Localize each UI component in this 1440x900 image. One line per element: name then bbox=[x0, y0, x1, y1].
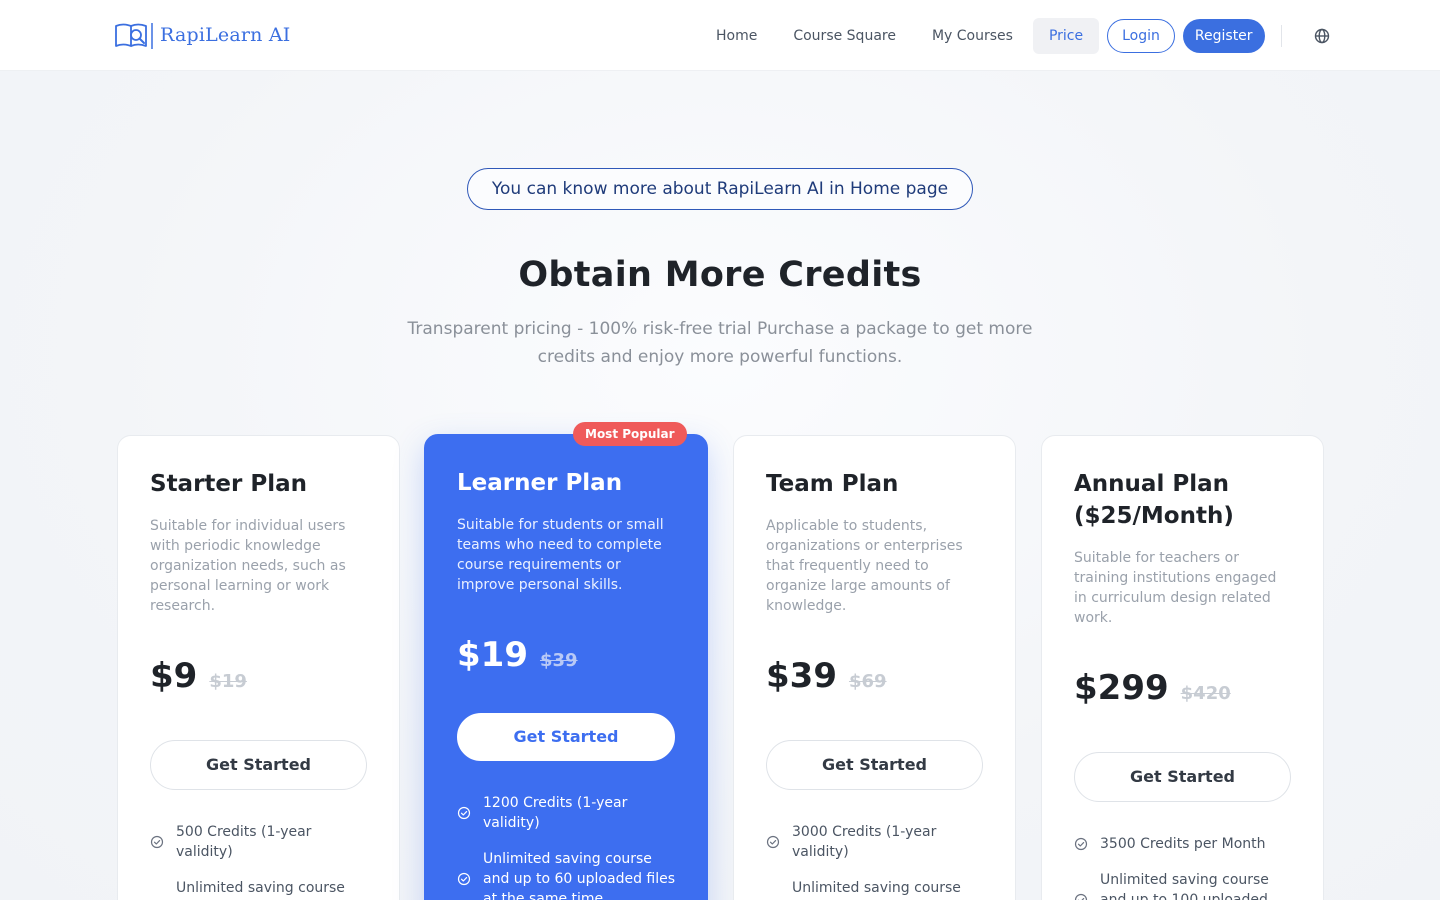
pricing-page: RapiLearn AI Home Course Square My Cours… bbox=[0, 0, 1440, 900]
feature-text: Unlimited saving course and up to 100 up… bbox=[1100, 872, 1269, 900]
brand-logo[interactable]: RapiLearn AI bbox=[114, 20, 290, 50]
nav-home[interactable]: Home bbox=[700, 18, 773, 54]
check-circle-icon bbox=[1074, 837, 1088, 851]
feature-text: Unlimited saving course and up to 60 upl… bbox=[483, 851, 676, 900]
plan-card-starter: Starter Plan Suitable for individual use… bbox=[117, 435, 400, 900]
price-row: $299 $420 bbox=[1074, 668, 1291, 712]
plan-price: $39 bbox=[766, 656, 837, 696]
plan-card-learner: Most Popular Learner Plan Suitable for s… bbox=[424, 422, 708, 900]
nav-divider bbox=[1280, 25, 1282, 47]
plan-old-price: $69 bbox=[848, 671, 887, 692]
globe-icon[interactable] bbox=[1314, 28, 1330, 44]
feature-item: Unlimited saving course and up to 60 upl… bbox=[457, 849, 675, 900]
feature-text: 500 Credits (1-year validity) bbox=[176, 824, 312, 860]
price-row: $19 $39 bbox=[457, 635, 675, 679]
plan-price: $19 bbox=[457, 635, 528, 675]
plan-price: $9 bbox=[150, 656, 198, 696]
top-navbar: RapiLearn AI Home Course Square My Cours… bbox=[0, 0, 1440, 71]
plan-description: Suitable for teachers or training instit… bbox=[1074, 550, 1277, 626]
feature-item: 3500 Credits per Month bbox=[1074, 834, 1291, 854]
nav-price[interactable]: Price bbox=[1032, 18, 1100, 54]
plan-price: $299 bbox=[1074, 668, 1169, 708]
feature-list: 500 Credits (1-year validity) Unlimited … bbox=[150, 822, 367, 900]
main-nav: Home Course Square My Courses Price Logi… bbox=[700, 18, 1330, 54]
home-page-link-banner[interactable]: You can know more about RapiLearn AI in … bbox=[467, 168, 973, 210]
plan-name: Annual Plan ($25/Month) bbox=[1074, 471, 1234, 529]
plan-description: Suitable for individual users with perio… bbox=[150, 518, 346, 614]
nav-course-square[interactable]: Course Square bbox=[777, 18, 912, 54]
most-popular-badge: Most Popular bbox=[573, 422, 687, 446]
check-circle-icon bbox=[457, 872, 471, 886]
feature-text: Unlimited saving course and up to 100 up… bbox=[792, 880, 961, 896]
check-circle-icon bbox=[1074, 893, 1088, 900]
price-row: $39 $69 bbox=[766, 656, 983, 700]
brand-name: RapiLearn AI bbox=[160, 24, 291, 46]
feature-text: Unlimited saving course and up to 30 upl… bbox=[176, 880, 345, 896]
feature-item: Unlimited saving course and up to 30 upl… bbox=[150, 878, 367, 900]
plan-old-price: $19 bbox=[209, 671, 247, 692]
feature-text: 3000 Credits (1-year validity) bbox=[792, 824, 937, 860]
feature-list: 3000 Credits (1-year validity) Unlimited… bbox=[766, 822, 983, 900]
plan-old-price: $39 bbox=[539, 650, 578, 671]
login-button[interactable]: Login bbox=[1107, 19, 1175, 53]
get-started-button[interactable]: Get Started bbox=[150, 740, 367, 790]
price-row: $9 $19 bbox=[150, 656, 367, 700]
plan-card-team: Team Plan Applicable to students, organi… bbox=[733, 435, 1016, 900]
feature-item: 1200 Credits (1-year validity) bbox=[457, 793, 675, 833]
plan-old-price: $420 bbox=[1180, 683, 1231, 704]
check-circle-icon bbox=[457, 806, 471, 820]
page-subtitle: Transparent pricing - 100% risk-free tri… bbox=[407, 319, 1033, 367]
check-circle-icon bbox=[150, 835, 164, 849]
plan-description: Applicable to students, organizations or… bbox=[766, 518, 963, 614]
plan-name: Starter Plan bbox=[150, 471, 308, 497]
get-started-button[interactable]: Get Started bbox=[766, 740, 983, 790]
feature-item: 500 Credits (1-year validity) bbox=[150, 822, 367, 862]
plan-name: Learner Plan bbox=[457, 470, 623, 496]
feature-item: Unlimited saving course and up to 100 up… bbox=[1074, 870, 1291, 900]
feature-item: 3000 Credits (1-year validity) bbox=[766, 822, 983, 862]
nav-my-courses[interactable]: My Courses bbox=[916, 18, 1029, 54]
feature-text: 3500 Credits per Month bbox=[1100, 836, 1266, 852]
get-started-button[interactable]: Get Started bbox=[457, 713, 675, 761]
check-circle-icon bbox=[766, 835, 780, 849]
feature-list: 1200 Credits (1-year validity) Unlimited… bbox=[457, 793, 675, 900]
plan-name: Team Plan bbox=[766, 471, 899, 497]
page-title: Obtain More Credits bbox=[518, 255, 922, 295]
plan-card-annual: Annual Plan ($25/Month) Suitable for tea… bbox=[1041, 435, 1324, 900]
book-magnifier-icon bbox=[115, 23, 153, 49]
feature-text: 1200 Credits (1-year validity) bbox=[483, 795, 628, 831]
feature-list: 3500 Credits per Month Unlimited saving … bbox=[1074, 834, 1291, 900]
plan-description: Suitable for students or small teams who… bbox=[457, 517, 664, 593]
get-started-button[interactable]: Get Started bbox=[1074, 752, 1291, 802]
feature-item: Unlimited saving course and up to 100 up… bbox=[766, 878, 983, 900]
register-button[interactable]: Register bbox=[1182, 19, 1265, 53]
